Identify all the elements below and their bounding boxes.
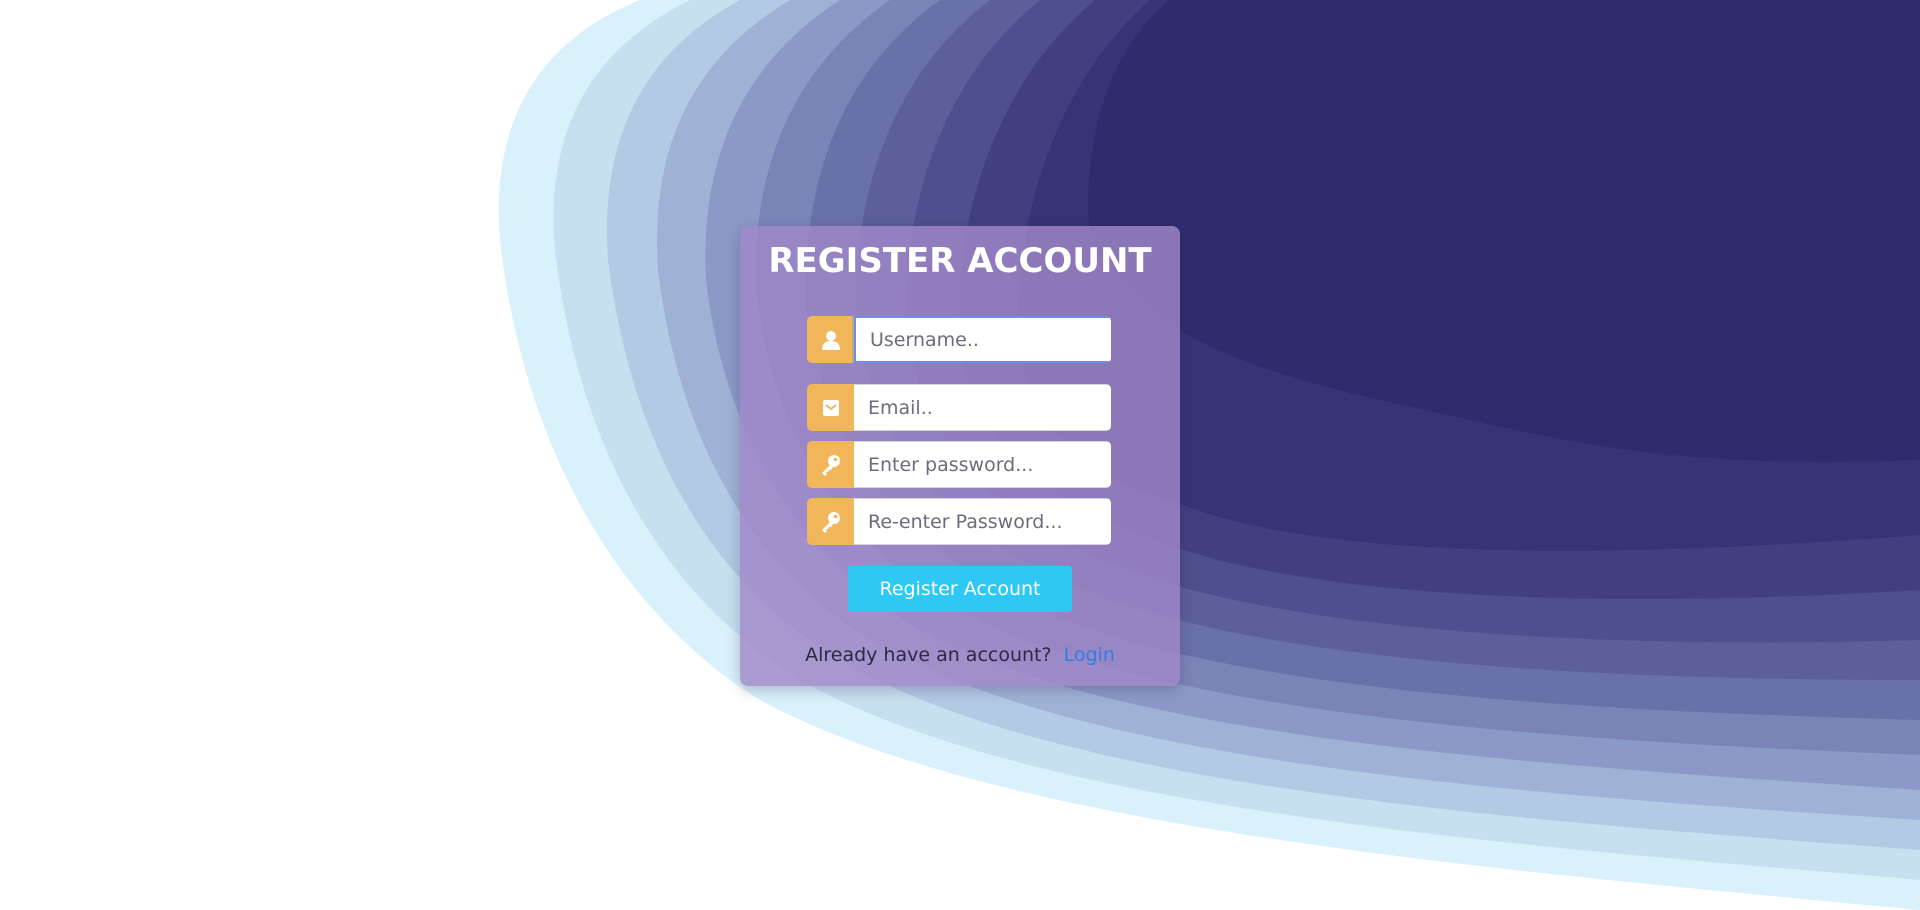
login-prompt: Already have an account? Login: [740, 644, 1180, 666]
register-card: REGISTER ACCOUNT Username.. Email.. Regi…: [740, 226, 1180, 686]
email-field-group: [807, 384, 1111, 431]
key-icon: [807, 441, 854, 488]
register-account-button[interactable]: Register Account: [848, 566, 1072, 612]
confirm-password-input[interactable]: [854, 498, 1111, 545]
username-input[interactable]: [854, 316, 1111, 363]
key-icon: [807, 498, 854, 545]
email-input[interactable]: [854, 384, 1111, 431]
page-title: REGISTER ACCOUNT: [768, 241, 1152, 281]
confirm-password-field-group: [807, 498, 1111, 545]
login-link[interactable]: Login: [1064, 644, 1115, 666]
user-icon: [807, 316, 854, 363]
password-field-group: [807, 441, 1111, 488]
username-field-group: [807, 316, 1111, 363]
envelope-icon: [807, 384, 854, 431]
login-prompt-text: Already have an account?: [805, 644, 1052, 666]
password-input[interactable]: [854, 441, 1111, 488]
